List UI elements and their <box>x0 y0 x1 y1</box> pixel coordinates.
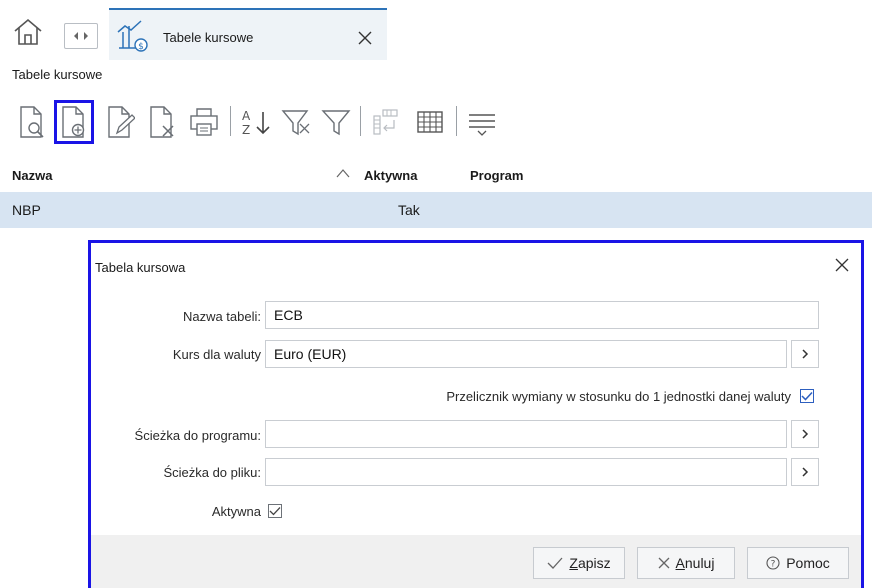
save-mnemonic: Z <box>569 555 578 571</box>
kurs-dla-waluty-input[interactable]: Euro (EUR) <box>265 340 787 368</box>
checkmark-icon <box>801 391 813 401</box>
dialog-title: Tabela kursowa <box>95 260 186 275</box>
toolbar-separator <box>360 106 361 136</box>
kurs-dla-waluty-label: Kurs dla waluty <box>172 347 261 362</box>
save-button[interactable]: Zapisz <box>533 547 625 579</box>
help-label: Pomoc <box>786 555 830 571</box>
chevron-right-icon <box>802 349 809 359</box>
help-icon: ? <box>766 556 780 570</box>
column-header-program[interactable]: Program <box>470 168 523 183</box>
przelicznik-label: Przelicznik wymiany w stosunku do 1 jedn… <box>446 389 791 404</box>
sciezka-pliku-picker-button[interactable] <box>791 458 819 486</box>
chevron-right-icon <box>802 429 809 439</box>
table-row[interactable]: NBP Tak <box>0 192 872 228</box>
help-button[interactable]: ? Pomoc <box>747 547 849 579</box>
checkmark-icon <box>269 507 281 516</box>
close-icon[interactable] <box>831 254 853 276</box>
svg-text:?: ? <box>771 560 776 570</box>
przelicznik-checkbox[interactable] <box>800 389 814 403</box>
aktywna-label: Aktywna <box>211 504 261 519</box>
sciezka-pliku-label: Ścieżka do pliku: <box>163 465 261 480</box>
exchange-rate-chart-icon: $ <box>115 18 151 54</box>
view-icon[interactable] <box>12 100 52 144</box>
add-icon[interactable] <box>54 100 94 144</box>
page-title: Tabele kursowe <box>12 67 103 82</box>
grid-header: Nazwa Aktywna Program <box>0 160 872 190</box>
tab-label: Tabele kursowe <box>163 30 254 45</box>
edit-icon[interactable] <box>100 100 140 144</box>
cancel-mnemonic: A <box>675 555 685 571</box>
tabela-kursowa-dialog: Tabela kursowa Nazwa tabeli: ECB Kurs dl… <box>88 240 864 588</box>
dialog-footer: Zapisz Anuluj ? Pomoc <box>91 535 861 588</box>
nazwa-tabeli-input[interactable]: ECB <box>265 301 819 329</box>
cell-aktywna: Tak <box>398 202 420 218</box>
toolbar-separator <box>456 106 457 136</box>
svg-text:A: A <box>242 109 251 123</box>
delete-icon[interactable] <box>142 100 182 144</box>
filter-icon[interactable] <box>316 100 356 144</box>
sciezka-pliku-input[interactable] <box>265 458 787 486</box>
columns-icon[interactable] <box>366 100 406 144</box>
menu-icon[interactable] <box>462 100 502 144</box>
cancel-button[interactable]: Anuluj <box>637 547 735 579</box>
filter-clear-icon[interactable] <box>276 100 316 144</box>
sciezka-programu-label: Ścieżka do programu: <box>134 428 261 443</box>
save-label: apisz <box>577 555 611 571</box>
sort-az-icon[interactable]: A Z <box>236 100 276 144</box>
toolbar-separator <box>230 106 231 136</box>
aktywna-checkbox[interactable] <box>268 504 282 518</box>
chevron-right-icon <box>802 467 809 477</box>
svg-text:$: $ <box>138 42 144 52</box>
checkmark-icon <box>547 557 563 569</box>
tab-switch-icon[interactable] <box>64 23 98 49</box>
tab-bar: $ Tabele kursowe <box>0 0 872 60</box>
sciezka-programu-picker-button[interactable] <box>791 420 819 448</box>
kurs-dla-waluty-value: Euro (EUR) <box>274 346 347 362</box>
sciezka-programu-input[interactable] <box>265 420 787 448</box>
close-icon[interactable] <box>353 26 377 50</box>
nazwa-tabeli-label: Nazwa tabeli: <box>182 309 261 324</box>
toolbar: A Z <box>8 96 868 152</box>
column-header-aktywna[interactable]: Aktywna <box>364 168 417 183</box>
cancel-label: nuluj <box>684 555 715 571</box>
cell-nazwa: NBP <box>12 202 41 218</box>
print-icon[interactable] <box>184 100 224 144</box>
sort-ascending-icon <box>336 166 350 178</box>
close-icon <box>658 557 669 569</box>
grid-icon[interactable] <box>410 100 450 144</box>
svg-text:Z: Z <box>242 123 250 137</box>
home-icon[interactable] <box>10 14 46 50</box>
kurs-picker-button[interactable] <box>791 340 819 368</box>
column-header-nazwa[interactable]: Nazwa <box>12 168 52 183</box>
tab-tabele-kursowe[interactable]: $ Tabele kursowe <box>109 8 387 60</box>
nazwa-tabeli-value: ECB <box>274 307 303 323</box>
